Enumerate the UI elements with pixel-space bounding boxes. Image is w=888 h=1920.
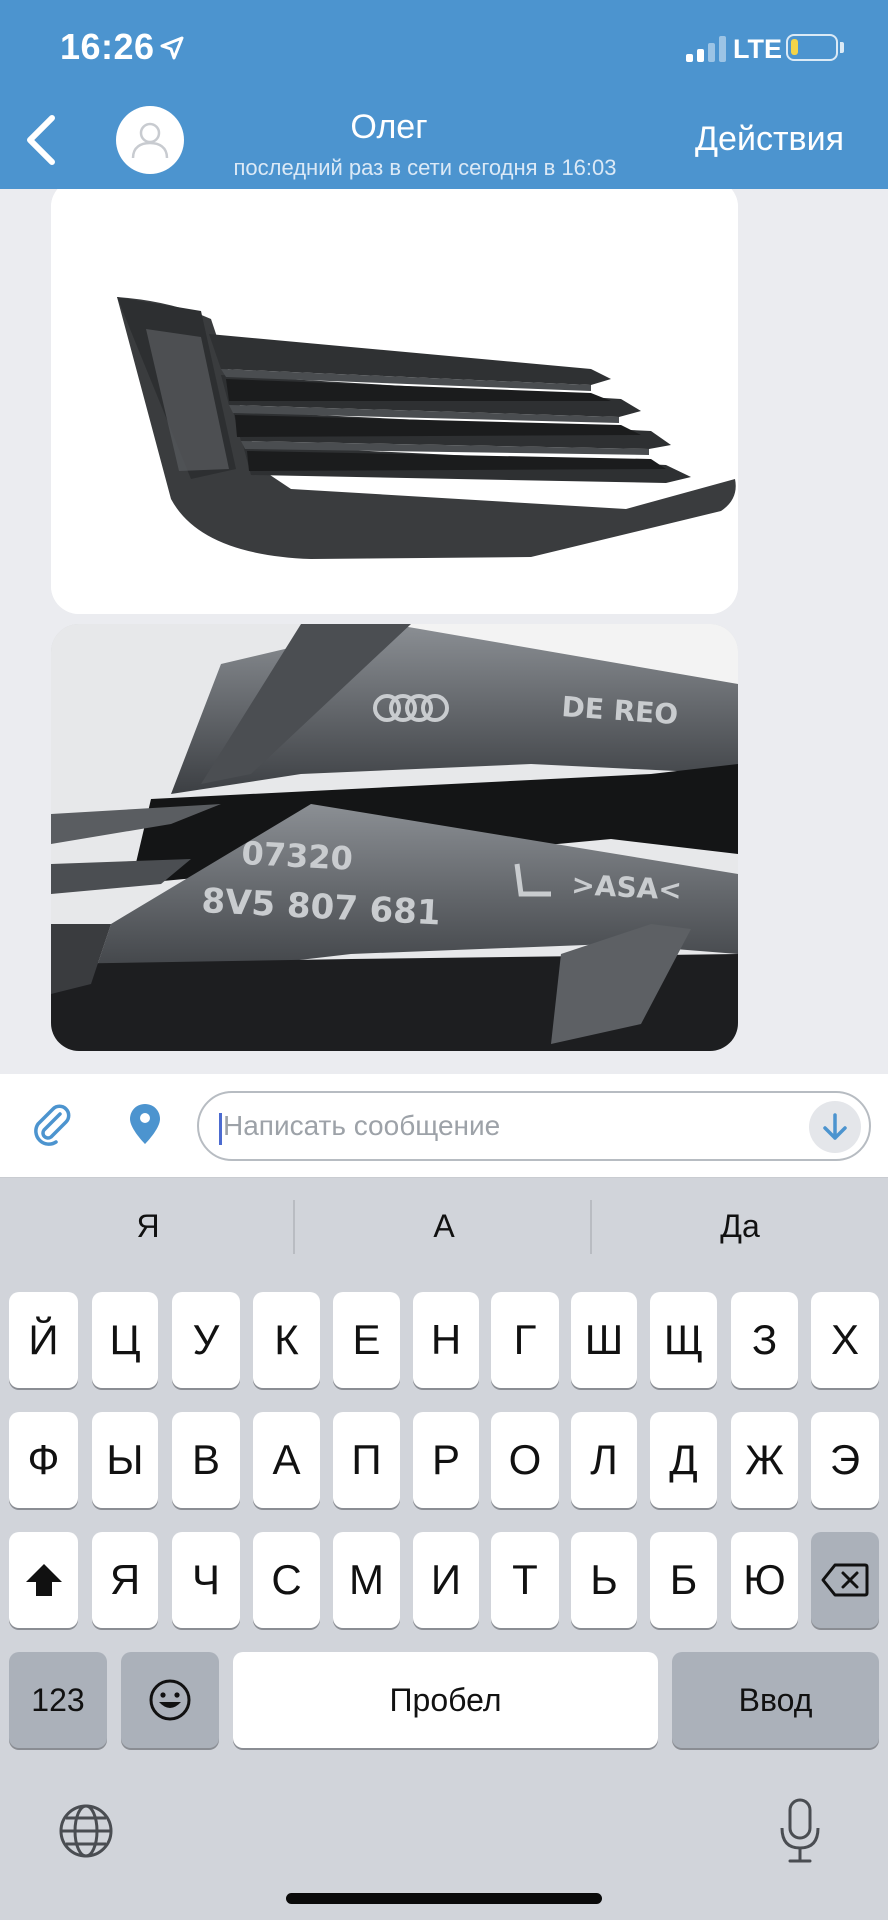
- composer-bar: [0, 1074, 888, 1178]
- emoji-icon: [149, 1679, 191, 1721]
- key[interactable]: И: [413, 1532, 479, 1628]
- arrow-down-icon: [823, 1113, 847, 1140]
- globe-icon[interactable]: [58, 1803, 114, 1859]
- return-key[interactable]: Ввод: [672, 1652, 879, 1748]
- text-caret: [219, 1113, 222, 1145]
- key[interactable]: Ф: [9, 1412, 78, 1508]
- contact-name[interactable]: Олег: [0, 108, 778, 147]
- chat-header: 16:26 LTE Олег последний раз в сети сего…: [0, 0, 888, 189]
- key[interactable]: Е: [333, 1292, 400, 1388]
- location-services-icon: [160, 36, 184, 60]
- key[interactable]: Й: [9, 1292, 78, 1388]
- key[interactable]: О: [491, 1412, 559, 1508]
- key[interactable]: Ю: [731, 1532, 798, 1628]
- location-pin-icon[interactable]: [128, 1102, 162, 1146]
- network-type: LTE: [733, 34, 782, 64]
- status-time: 16:26: [60, 26, 155, 67]
- key[interactable]: Ц: [92, 1292, 158, 1388]
- key[interactable]: М: [333, 1532, 400, 1628]
- photo-message[interactable]: DE REO 07320 8V5 807 681 >ASA<: [51, 624, 738, 1051]
- key[interactable]: Ч: [172, 1532, 240, 1628]
- suggestion-divider: [293, 1200, 295, 1254]
- key[interactable]: С: [253, 1532, 320, 1628]
- key[interactable]: Ж: [731, 1412, 798, 1508]
- message-field[interactable]: [197, 1091, 871, 1161]
- part-marking-closeup: DE REO 07320 8V5 807 681 >ASA<: [51, 624, 738, 1051]
- key[interactable]: Ш: [571, 1292, 637, 1388]
- backspace-icon: [821, 1563, 869, 1597]
- microphone-icon[interactable]: [778, 1798, 822, 1864]
- suggestion-1[interactable]: Я: [0, 1208, 296, 1245]
- battery-icon: [786, 34, 838, 61]
- key[interactable]: Н: [413, 1292, 479, 1388]
- message-input[interactable]: [223, 1093, 783, 1159]
- key[interactable]: П: [333, 1412, 400, 1508]
- key[interactable]: Б: [650, 1532, 717, 1628]
- key[interactable]: В: [172, 1412, 240, 1508]
- predictive-bar: Я А Да: [0, 1178, 888, 1288]
- key[interactable]: Щ: [650, 1292, 717, 1388]
- space-key[interactable]: Пробел: [233, 1652, 658, 1748]
- numbers-key[interactable]: 123: [9, 1652, 107, 1748]
- key[interactable]: У: [172, 1292, 240, 1388]
- key[interactable]: К: [253, 1292, 320, 1388]
- key[interactable]: З: [731, 1292, 798, 1388]
- paperclip-icon[interactable]: [30, 1102, 74, 1146]
- grille-photo: [51, 189, 738, 614]
- actions-button[interactable]: Действия: [695, 120, 844, 159]
- backspace-key[interactable]: [811, 1532, 879, 1628]
- key[interactable]: Л: [571, 1412, 637, 1508]
- material-marking: >ASA<: [571, 868, 683, 907]
- key[interactable]: Я: [92, 1532, 158, 1628]
- emoji-key[interactable]: [121, 1652, 219, 1748]
- key[interactable]: Т: [491, 1532, 559, 1628]
- code-marking: 07320: [241, 834, 354, 878]
- key[interactable]: Ы: [92, 1412, 158, 1508]
- suggestion-3[interactable]: Да: [592, 1208, 888, 1245]
- key[interactable]: Э: [811, 1412, 879, 1508]
- photo-message[interactable]: [51, 189, 738, 614]
- scroll-to-bottom-button[interactable]: [809, 1101, 861, 1153]
- key[interactable]: Х: [811, 1292, 879, 1388]
- keyboard: Я А Да Й Ц У К Е Н Г Ш Щ З Х Ф Ы В А П Р…: [0, 1178, 888, 1920]
- home-indicator[interactable]: [286, 1893, 602, 1904]
- shift-icon: [25, 1564, 62, 1596]
- battery-cap: [840, 42, 844, 53]
- shift-key[interactable]: [9, 1532, 78, 1628]
- key[interactable]: А: [253, 1412, 320, 1508]
- key[interactable]: Ь: [571, 1532, 637, 1628]
- suggestion-2[interactable]: А: [296, 1208, 592, 1245]
- key[interactable]: Г: [491, 1292, 559, 1388]
- key[interactable]: Д: [650, 1412, 717, 1508]
- message-list[interactable]: DE REO 07320 8V5 807 681 >ASA<: [0, 189, 888, 1074]
- key[interactable]: Р: [413, 1412, 479, 1508]
- signal-strength-icon: [686, 36, 728, 62]
